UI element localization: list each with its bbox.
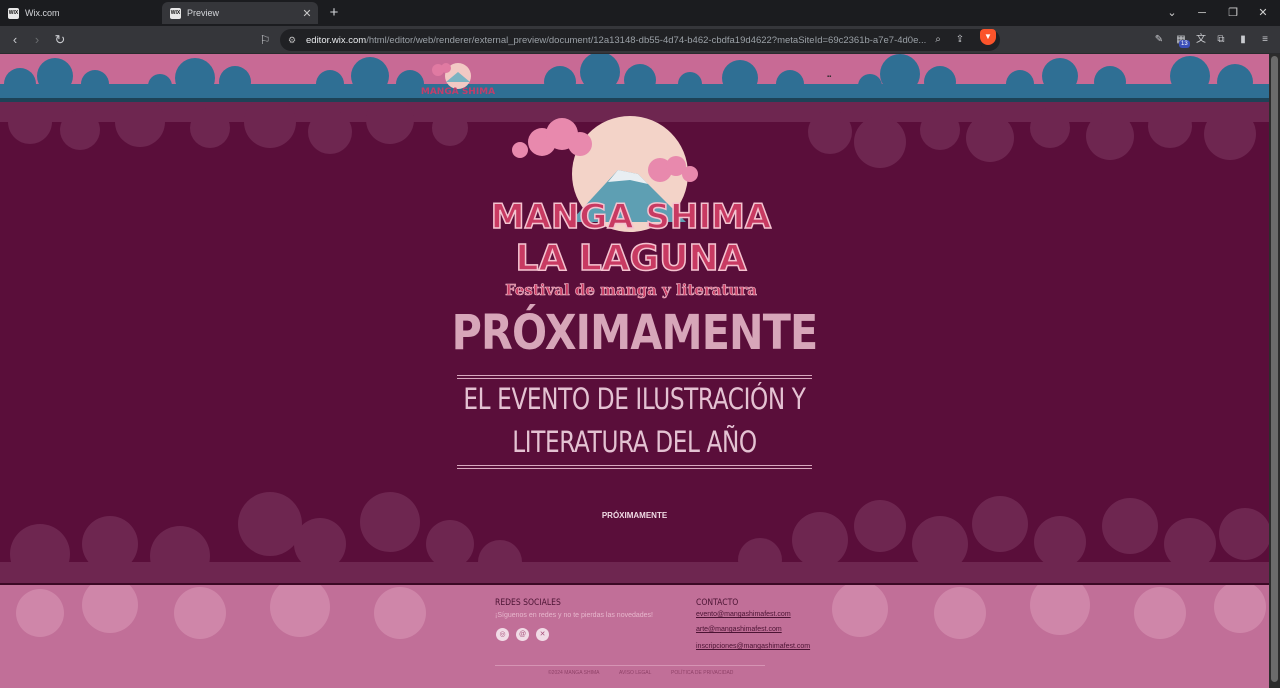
tab-preview[interactable]: WIX Preview ✕ (162, 2, 318, 24)
browser-toolbar: ‹ › ↻ ⚐ ⚙ editor.wix.com/html/editor/web… (0, 26, 1280, 54)
close-tab-icon[interactable]: ✕ (300, 7, 314, 20)
close-window-icon[interactable]: ✕ (1248, 4, 1278, 22)
url-text[interactable]: editor.wix.com/html/editor/web/renderer/… (306, 35, 946, 46)
threads-icon[interactable]: @ (516, 628, 529, 641)
reload-icon[interactable]: ↻ (50, 30, 70, 50)
wix-favicon-icon: WIX (8, 7, 19, 19)
email-evento-link[interactable]: evento@mangashimafest.com (696, 611, 791, 618)
address-bar[interactable]: ⚙ editor.wix.com/html/editor/web/rendere… (280, 29, 1000, 51)
privacy-policy-link[interactable]: POLÍTICA DE PRIVACIDAD (671, 670, 733, 676)
footer-rule (495, 665, 765, 666)
instagram-icon[interactable]: ◎ (496, 628, 509, 641)
extension-counter-icon[interactable]: ▦13 (1173, 32, 1190, 48)
extension-badge: 13 (1179, 40, 1190, 48)
svg-text:MANGA SHIMA: MANGA SHIMA (421, 87, 495, 97)
email-arte-link[interactable]: arte@mangashimafest.com (696, 626, 782, 633)
site-info-icon[interactable]: ⚙ (288, 35, 300, 46)
festival-logo: MANGA SHIMA LA LAGUNA Festival de manga … (490, 116, 772, 299)
page-scrollbar[interactable] (1269, 54, 1280, 688)
footer-top-edge (0, 583, 1269, 585)
extensions-puzzle-icon[interactable]: ⧉ (1213, 32, 1229, 48)
lower-cloud-decoration (0, 492, 1269, 584)
hero-title: PRÓXIMAMENTE (451, 305, 819, 361)
tab-search-chevron-icon[interactable]: ⌄ (1157, 4, 1187, 22)
new-tab-button[interactable]: + (325, 3, 343, 23)
tab-strip: WIX Wix.com WIX Preview ✕ + ⌄ ─ ❐ ✕ (0, 0, 1280, 26)
extension-wand-icon[interactable]: ✎ (1151, 32, 1167, 48)
site-preview: MANGA SHIMA ▪▪ MANGA SHIMA LA LAGUNA Fes… (0, 54, 1269, 688)
translate-icon[interactable]: 文 (1193, 32, 1209, 48)
back-icon[interactable]: ‹ (5, 30, 25, 50)
coming-soon-label: PRÓXIMAMENTE (601, 511, 668, 520)
minimize-icon[interactable]: ─ (1187, 4, 1217, 22)
header-cloud-decoration (0, 54, 1269, 100)
restore-icon[interactable]: ❐ (1218, 4, 1248, 22)
bottom-divider (457, 465, 812, 469)
wix-favicon-icon: WIX (170, 7, 181, 19)
forward-icon[interactable]: › (27, 30, 47, 50)
top-divider (457, 375, 812, 379)
header-logo[interactable]: MANGA SHIMA (420, 60, 496, 100)
tab-title: Wix.com (25, 8, 60, 18)
brave-shields-icon[interactable]: ▼ (980, 29, 996, 45)
contact-heading: CONTACTO (696, 598, 739, 608)
copyright-text: ©2024 MANGA SHIMA (548, 670, 600, 676)
hero-subtitle-line1: EL EVENTO DE ILUSTRACIÓN Y (463, 382, 806, 416)
hero-subtitle-line2: LITERATURA DEL AÑO (512, 425, 757, 459)
bookmark-icon[interactable]: ⚐ (256, 30, 274, 50)
share-icon[interactable]: ⇪ (952, 32, 968, 48)
svg-text:Festival de manga y literatura: Festival de manga y literatura (505, 281, 757, 299)
header-marker: ▪▪ (827, 74, 832, 80)
menu-icon[interactable]: ≡ (1257, 32, 1273, 48)
zoom-icon[interactable]: ⌕ (930, 32, 946, 48)
tab-wix[interactable]: WIX Wix.com (0, 2, 158, 24)
social-heading: REDES SOCIALES (495, 598, 561, 608)
x-icon[interactable]: ✕ (536, 628, 549, 641)
site-footer: REDES SOCIALES ¡Síguenos en redes y no t… (0, 583, 1269, 688)
social-text: ¡Síguenos en redes y no te pierdas las n… (495, 612, 653, 619)
svg-text:MANGA SHIMA: MANGA SHIMA (491, 197, 772, 237)
tab-title: Preview (187, 8, 220, 18)
scrollbar-thumb[interactable] (1271, 56, 1278, 682)
svg-text:LA LAGUNA: LA LAGUNA (516, 238, 747, 279)
sidebar-icon[interactable]: ▮ (1235, 32, 1251, 48)
legal-notice-link[interactable]: AVISO LEGAL (619, 670, 651, 676)
email-inscripciones-link[interactable]: inscripciones@mangashimafest.com (696, 643, 810, 650)
